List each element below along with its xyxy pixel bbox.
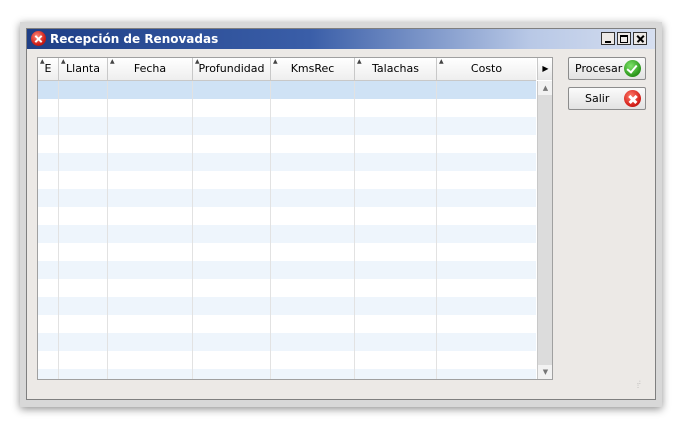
sort-icon: ▲	[357, 58, 362, 65]
table-row[interactable]	[38, 261, 536, 279]
column-divider	[270, 81, 271, 379]
sort-icon: ▲	[195, 58, 200, 65]
vertical-scrollbar[interactable]: ▲ ▼	[537, 81, 552, 379]
table-row[interactable]	[38, 81, 536, 99]
salir-button[interactable]: Salir	[568, 87, 646, 110]
table-row[interactable]	[38, 333, 536, 351]
sort-icon: ▲	[61, 58, 66, 65]
column-label: Llanta	[66, 62, 100, 75]
column-label: Fecha	[133, 62, 167, 75]
table-row[interactable]	[38, 315, 536, 333]
procesar-button[interactable]: Procesar	[568, 57, 646, 80]
table-row[interactable]	[38, 153, 536, 171]
window-title: Recepción de Renovadas	[50, 32, 219, 46]
grid-header: ▲ E ▲ Llanta ▲ Fecha ▲ Profundidad ▲ KmsRec ▲…	[38, 58, 536, 81]
scroll-up-button[interactable]: ▲	[538, 81, 552, 95]
column-divider	[354, 81, 355, 379]
salir-label: Salir	[585, 92, 610, 105]
close-window-button[interactable]	[633, 32, 647, 45]
table-row[interactable]	[38, 243, 536, 261]
sort-icon: ▲	[439, 58, 444, 65]
column-header-e[interactable]: ▲ E	[38, 58, 59, 80]
column-divider	[436, 81, 437, 379]
column-divider	[107, 81, 108, 379]
main-window: Recepción de Renovadas ▲ E ▲ Llanta ▲ Fecha…	[26, 28, 656, 400]
column-divider	[192, 81, 193, 379]
column-header-profundidad[interactable]: ▲ Profundidad	[193, 58, 271, 80]
table-row[interactable]	[38, 189, 536, 207]
column-header-talachas[interactable]: ▲ Talachas	[355, 58, 437, 80]
table-row[interactable]	[38, 207, 536, 225]
column-label: Profundidad	[198, 62, 265, 75]
table-row[interactable]	[38, 297, 536, 315]
table-row[interactable]	[38, 171, 536, 189]
column-label: Talachas	[372, 62, 419, 75]
grid-rows	[38, 81, 536, 379]
title-bar[interactable]: Recepción de Renovadas	[27, 29, 655, 49]
table-row[interactable]	[38, 351, 536, 369]
sort-icon: ▲	[40, 58, 45, 65]
table-row[interactable]	[38, 369, 536, 379]
column-label: Costo	[470, 62, 503, 75]
column-scroll-right-button[interactable]: ▶	[537, 58, 552, 80]
table-row[interactable]	[38, 99, 536, 117]
close-icon	[624, 90, 641, 107]
scroll-down-button[interactable]: ▼	[538, 365, 552, 379]
column-header-kmsrec[interactable]: ▲ KmsRec	[271, 58, 355, 80]
table-row[interactable]	[38, 135, 536, 153]
column-label: KmsRec	[290, 62, 335, 75]
table-row[interactable]	[38, 117, 536, 135]
column-label: E	[44, 62, 52, 75]
resize-grip-icon[interactable]: .::	[637, 380, 645, 390]
chevron-up-icon: ▲	[542, 84, 549, 92]
tools-icon	[31, 31, 46, 46]
minimize-button[interactable]	[601, 32, 615, 45]
check-icon	[624, 60, 641, 77]
renovadas-grid[interactable]: ▲ E ▲ Llanta ▲ Fecha ▲ Profundidad ▲ KmsRec ▲…	[37, 57, 553, 380]
column-header-fecha[interactable]: ▲ Fecha	[108, 58, 193, 80]
sort-icon: ▲	[110, 58, 115, 65]
column-header-llanta[interactable]: ▲ Llanta	[59, 58, 108, 80]
procesar-label: Procesar	[575, 62, 623, 75]
chevron-right-icon: ▶	[542, 64, 549, 73]
sort-icon: ▲	[273, 58, 278, 65]
chevron-down-icon: ▼	[542, 368, 549, 376]
table-row[interactable]	[38, 279, 536, 297]
maximize-button[interactable]	[617, 32, 631, 45]
table-row[interactable]	[38, 225, 536, 243]
column-divider	[58, 81, 59, 379]
column-header-costo[interactable]: ▲ Costo	[437, 58, 536, 80]
